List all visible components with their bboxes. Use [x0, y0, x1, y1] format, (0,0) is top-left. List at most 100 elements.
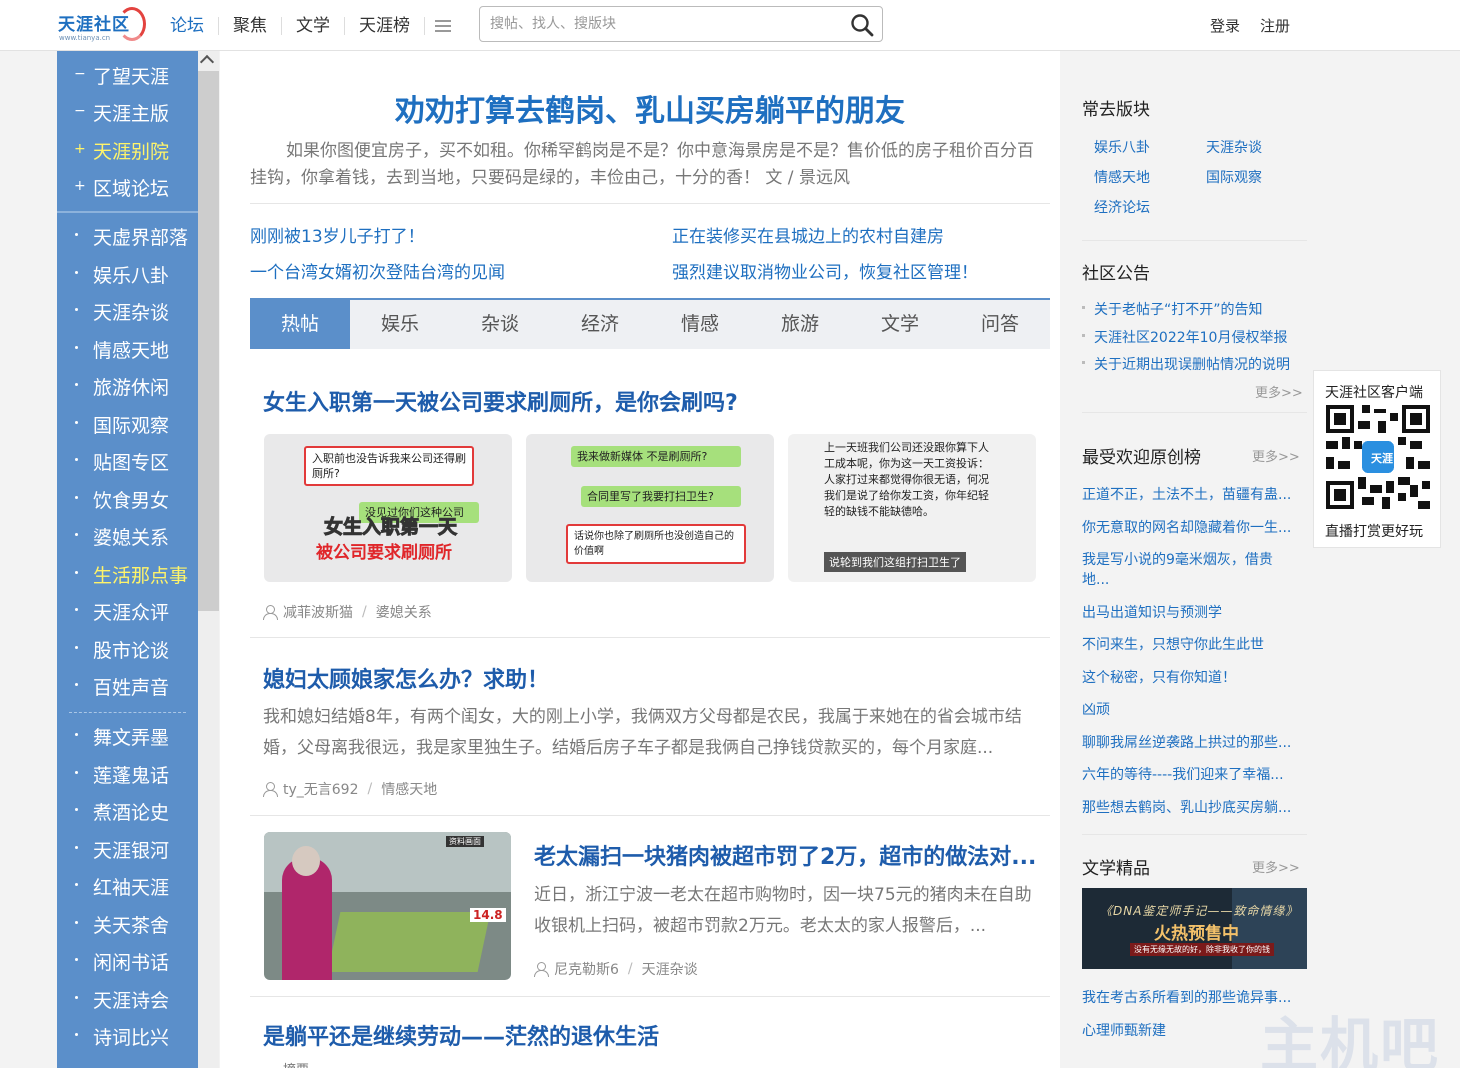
- tab-hot[interactable]: 热帖: [250, 300, 350, 349]
- sidebar-board-item[interactable]: 煮酒论史: [57, 795, 198, 832]
- notice-link[interactable]: 关于近期出现误删帖情况的说明: [1082, 354, 1290, 374]
- sidebar-board-item[interactable]: 国际观察: [57, 408, 198, 445]
- featured-link[interactable]: 刚刚被13岁儿子打了！: [250, 222, 425, 247]
- popular-link[interactable]: 我是写小说的9毫米烟灰，借贵: [1082, 549, 1273, 569]
- post-thumbnail[interactable]: 入职前也没告诉我来公司还得刷厕所? 没见过你们这种公司 女生入职第一天 被公司要…: [264, 434, 512, 582]
- sidebar-item-regional[interactable]: + 区域论坛: [57, 171, 198, 208]
- frequent-board-link[interactable]: 经济论坛: [1094, 197, 1150, 217]
- popular-link[interactable]: 你无意取的网名却隐藏着你一生...: [1082, 517, 1291, 537]
- nav-rank[interactable]: 天涯榜: [345, 16, 425, 35]
- post-board[interactable]: 情感天地: [381, 779, 437, 799]
- literature-banner[interactable]: 《DNA鉴定师手记——致命情缘》 火热预售中 没有无缘无故的好，除非我收了你的钱: [1082, 888, 1307, 969]
- tab-misc[interactable]: 杂谈: [450, 300, 550, 349]
- app-qr-box[interactable]: 天涯社区客户端 天涯 直播打赏更好玩: [1313, 370, 1441, 548]
- featured-link[interactable]: 强烈建议取消物业公司，恢复社区管理！: [672, 258, 978, 283]
- frequent-board-link[interactable]: 天涯杂谈: [1206, 137, 1262, 157]
- sidebar-item-label: 天涯众评: [93, 602, 170, 624]
- sidebar-board-item[interactable]: 情感天地: [57, 333, 198, 370]
- tab-emotion[interactable]: 情感: [650, 300, 750, 349]
- popular-link[interactable]: 正道不正，土法不土，苗疆有蛊...: [1082, 484, 1291, 504]
- sidebar-board-item[interactable]: 生活那点事: [57, 558, 198, 595]
- popular-link[interactable]: 聊聊我屌丝逆袭路上拱过的那些...: [1082, 732, 1291, 752]
- sidebar-board-item[interactable]: 闲闲书话: [57, 945, 198, 982]
- popular-link[interactable]: 六年的等待----我们迎来了幸福...: [1082, 764, 1284, 784]
- post-thumbnail[interactable]: 资料画面 14.8: [264, 832, 511, 980]
- literature-link[interactable]: 心理师甄新建: [1082, 1020, 1166, 1040]
- sidebar-item-label: 天涯杂谈: [93, 302, 170, 324]
- popular-link[interactable]: 那些想去鹤岗、乳山抄底买房躺...: [1082, 797, 1291, 817]
- popular-link[interactable]: 地...: [1082, 569, 1109, 589]
- sidebar-item-watch[interactable]: − 了望天涯: [57, 59, 198, 96]
- sidebar-board-item[interactable]: 红袖天涯: [57, 870, 198, 907]
- sidebar-board-item[interactable]: 饮食男女: [57, 483, 198, 520]
- post-title[interactable]: 是躺平还是继续劳动——茫然的退休生活: [263, 1019, 659, 1051]
- frequent-board-link[interactable]: 娱乐八卦: [1094, 137, 1150, 157]
- sidebar-board-item[interactable]: 股市论谈: [57, 633, 198, 670]
- sidebar-board-item[interactable]: 天涯诗会: [57, 983, 198, 1020]
- frequent-board-link[interactable]: 国际观察: [1206, 167, 1262, 187]
- register-link[interactable]: 注册: [1260, 15, 1290, 36]
- tab-entertainment[interactable]: 娱乐: [350, 300, 450, 349]
- logo-url: www.tianya.cn: [59, 34, 111, 42]
- sidebar-board-item[interactable]: 天虚界部落: [57, 220, 198, 257]
- post-title[interactable]: 老太漏扫一块猪肉被超市罚了2万，超市的做法对...: [534, 839, 1044, 871]
- post-thumbnail[interactable]: 上一天班我们公司还没跟你算下人工成本呢，你为这一天工资投诉： 人家打过来都觉得你…: [788, 434, 1036, 582]
- sidebar-board-item[interactable]: 诗词比兴: [57, 1020, 198, 1057]
- featured-link[interactable]: 正在装修买在县城边上的农村自建房: [672, 222, 944, 247]
- tab-literature[interactable]: 文学: [850, 300, 950, 349]
- sidebar-scrollbar[interactable]: [198, 51, 219, 1068]
- sidebar-board-item[interactable]: 天涯杂谈: [57, 295, 198, 332]
- post-excerpt: 我和媳妇结婚8年，有两个闺女，大的刚上小学，我俩双方父母都是农民，我属于来她在的…: [263, 707, 1022, 758]
- featured-link[interactable]: 一个台湾女婿初次登陆台湾的见闻: [250, 258, 505, 283]
- search-input[interactable]: [490, 14, 830, 34]
- tab-qa[interactable]: 问答: [950, 300, 1050, 349]
- sidebar-item-main[interactable]: − 天涯主版: [57, 96, 198, 133]
- sidebar-board-item[interactable]: 婆媳关系: [57, 520, 198, 557]
- post-author[interactable]: 尼克勒斯6: [554, 959, 619, 979]
- frequent-board-link[interactable]: 情感天地: [1094, 167, 1150, 187]
- literature-more-link[interactable]: 更多>>: [1252, 857, 1300, 876]
- sidebar-board-item[interactable]: 百姓声音: [57, 670, 198, 707]
- sidebar-board-item[interactable]: 舞文弄墨: [57, 720, 198, 757]
- sidebar-board-item[interactable]: 天涯银河: [57, 833, 198, 870]
- post-board[interactable]: 婆媳关系: [376, 602, 432, 622]
- tab-economy[interactable]: 经济: [550, 300, 650, 349]
- sidebar-board-item[interactable]: 天涯众评: [57, 595, 198, 632]
- popular-link[interactable]: 不问来生，只想守你此生此世: [1082, 634, 1264, 654]
- tab-travel[interactable]: 旅游: [750, 300, 850, 349]
- sidebar-item-label: 贴图专区: [93, 452, 170, 474]
- nav-focus[interactable]: 聚焦: [219, 16, 282, 35]
- post-board[interactable]: 天涯杂谈: [642, 959, 698, 979]
- bullet-icon: [75, 533, 78, 536]
- notice-link[interactable]: 关于老帖子“打不开”的告知: [1082, 299, 1263, 319]
- post-thumbnail[interactable]: 我来做新媒体 不是刷厕所? 合同里写了我要打扫卫生? 话说你也除了刷厕所也没创造…: [526, 434, 774, 582]
- popular-more-link[interactable]: 更多>>: [1252, 446, 1300, 465]
- login-link[interactable]: 登录: [1210, 15, 1240, 36]
- search-icon[interactable]: [850, 13, 874, 37]
- banner-title: 《DNA鉴定师手记——致命情缘》: [1100, 904, 1299, 918]
- sidebar-board-item[interactable]: 贴图专区: [57, 445, 198, 482]
- sidebar-item-label: 区域论坛: [93, 178, 170, 200]
- tianya-logo[interactable]: 天涯社区 www.tianya.cn: [58, 7, 146, 45]
- banner-art: [1232, 888, 1307, 969]
- sidebar-board-item[interactable]: 莲蓬鬼话: [57, 758, 198, 795]
- hamburger-menu-icon[interactable]: [425, 17, 461, 35]
- post-author[interactable]: ty_无言692: [283, 779, 359, 799]
- headline-title[interactable]: 劝劝打算去鹤岗、乳山买房躺平的朋友: [250, 86, 1050, 130]
- post-title[interactable]: 女生入职第一天被公司要求刷厕所，是你会刷吗?: [263, 385, 738, 417]
- popular-link[interactable]: 凶顽: [1082, 699, 1110, 719]
- popular-link[interactable]: 出马出道知识与预测学: [1082, 602, 1222, 622]
- post-author[interactable]: 减菲波斯猫: [283, 602, 353, 622]
- nav-literature[interactable]: 文学: [282, 16, 345, 35]
- sidebar-board-item[interactable]: 娱乐八卦: [57, 258, 198, 295]
- popular-link[interactable]: 这个秘密，只有你知道！: [1082, 667, 1236, 687]
- sidebar-board-item[interactable]: 旅游休闲: [57, 370, 198, 407]
- scrollbar-thumb[interactable]: [198, 71, 219, 611]
- nav-forum[interactable]: 论坛: [168, 16, 219, 35]
- notice-more-link[interactable]: 更多>>: [1255, 382, 1303, 401]
- sidebar-board-item[interactable]: 关天茶舍: [57, 908, 198, 945]
- post-title[interactable]: 媳妇太顾娘家怎么办？求助！: [263, 662, 549, 694]
- notice-link[interactable]: 天涯社区2022年10月侵权举报: [1082, 327, 1287, 347]
- sidebar-item-bieyuan[interactable]: + 天涯别院: [57, 134, 198, 171]
- scroll-up-icon[interactable]: [199, 54, 215, 70]
